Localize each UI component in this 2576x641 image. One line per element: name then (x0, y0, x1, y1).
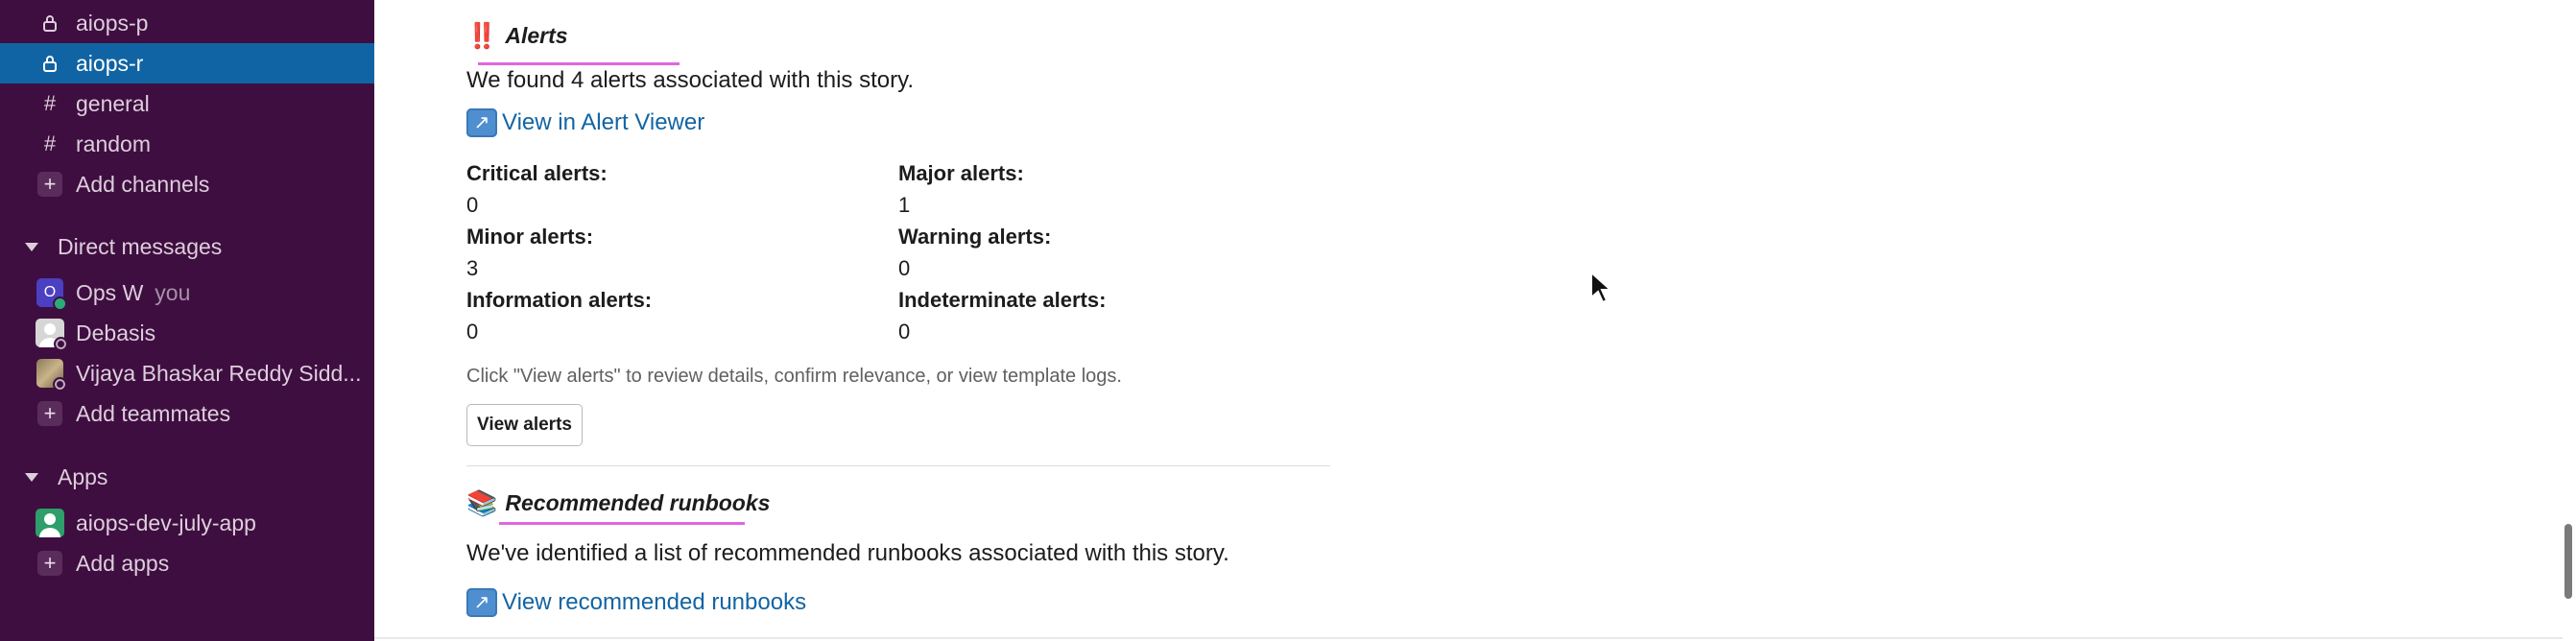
alerts-title: Alerts (505, 23, 568, 48)
runbooks-header: 📚 Recommended runbooks (466, 488, 770, 518)
channel-aiops-r[interactable]: aiops-r (0, 43, 374, 83)
plus-icon-wrap: + (36, 171, 63, 198)
apps-section-toggle[interactable]: Apps (0, 457, 374, 497)
app-label: aiops-dev-july-app (76, 510, 256, 535)
hash-icon: # (43, 91, 57, 115)
caret-down-icon (25, 242, 38, 251)
add-teammates-label: Add teammates (76, 400, 231, 426)
channel-label: aiops-r (76, 50, 144, 76)
add-teammates-button[interactable]: + Add teammates (0, 393, 374, 434)
double-exclamation-icon: ‼️ (466, 21, 498, 50)
minor-alerts-label: Minor alerts: (466, 225, 594, 249)
indeterminate-alerts-value: 0 (898, 320, 911, 344)
view-recommended-runbooks-label: View recommended runbooks (502, 589, 807, 615)
runbooks-underline (499, 522, 745, 525)
caret-down-icon (25, 472, 38, 482)
sidebar: aiops-p aiops-r # general # random + Add… (0, 0, 374, 641)
dm-debasis[interactable]: Debasis (0, 313, 374, 353)
avatar: O (36, 278, 67, 311)
runbooks-summary: We've identified a list of recommended r… (466, 540, 1229, 566)
lock-icon (36, 50, 63, 77)
external-link-icon: ↗ (466, 108, 497, 137)
channel-random[interactable]: # random (0, 124, 374, 164)
presence-icon (54, 337, 68, 351)
you-suffix: you (155, 279, 191, 305)
add-apps-button[interactable]: + Add apps (0, 543, 374, 583)
dm-label: Vijaya Bhaskar Reddy Sidd... (76, 360, 362, 386)
avatar-wrap: O (36, 278, 67, 311)
plus-icon-wrap: + (36, 400, 63, 427)
hash-icon: # (43, 131, 57, 155)
avatar-wrap (36, 509, 64, 537)
app-icon (36, 509, 64, 537)
dm-section-toggle[interactable]: Direct messages (0, 226, 374, 267)
dm-label: Debasis (76, 320, 156, 345)
avatar-wrap (36, 359, 67, 392)
plus-icon-wrap: + (36, 550, 63, 577)
avatar (36, 359, 67, 392)
critical-alerts-label: Critical alerts: (466, 161, 608, 185)
indeterminate-alerts-label: Indeterminate alerts: (898, 288, 1107, 312)
plus-icon: + (37, 401, 62, 426)
minor-alerts-value: 3 (466, 256, 479, 280)
alerts-underline (478, 62, 680, 65)
plus-icon: + (37, 172, 62, 197)
major-alerts-value: 1 (898, 193, 911, 217)
channel-label: aiops-p (76, 10, 149, 36)
alerts-hint: Click "View alerts" to review details, c… (466, 366, 1122, 387)
section-divider (466, 465, 1330, 466)
add-channels-button[interactable]: + Add channels (0, 164, 374, 204)
channel-general[interactable]: # general (0, 83, 374, 124)
alerts-summary: We found 4 alerts associated with this s… (466, 67, 914, 93)
warning-alerts-label: Warning alerts: (898, 225, 1052, 249)
runbooks-title: Recommended runbooks (505, 490, 771, 515)
avatar-wrap (36, 319, 68, 351)
mouse-cursor-icon (1590, 271, 1612, 304)
information-alerts-value: 0 (466, 320, 479, 344)
information-alerts-label: Information alerts: (466, 288, 653, 312)
view-alerts-button[interactable]: View alerts (466, 404, 583, 446)
composer-top-border (374, 637, 2563, 639)
view-in-alert-viewer-link[interactable]: ↗ View in Alert Viewer (466, 108, 704, 137)
dm-section-label: Direct messages (58, 233, 223, 259)
external-link-icon: ↗ (466, 588, 497, 617)
message-pane: ‼️ Alerts We found 4 alerts associated w… (374, 0, 2576, 641)
presence-icon (53, 377, 67, 392)
critical-alerts-value: 0 (466, 193, 479, 217)
add-channels-label: Add channels (76, 171, 210, 197)
presence-icon (53, 297, 67, 311)
view-recommended-runbooks-link[interactable]: ↗ View recommended runbooks (466, 588, 806, 617)
scrollbar-thumb[interactable] (2564, 524, 2572, 599)
lock-icon (36, 10, 63, 36)
warning-alerts-value: 0 (898, 256, 911, 280)
view-in-alert-viewer-label: View in Alert Viewer (502, 109, 705, 135)
avatar (36, 319, 68, 351)
plus-icon: + (37, 551, 62, 576)
channel-label: general (76, 90, 150, 116)
apps-section-label: Apps (58, 463, 108, 489)
alerts-header: ‼️ Alerts (466, 21, 568, 51)
dm-ops-w[interactable]: O Ops W you (0, 273, 374, 313)
dm-vijaya[interactable]: Vijaya Bhaskar Reddy Sidd... (0, 353, 374, 393)
books-icon: 📚 (466, 488, 498, 517)
dm-label: Ops W (76, 279, 144, 305)
channel-label: random (76, 131, 151, 156)
channel-aiops-p[interactable]: aiops-p (0, 3, 374, 43)
major-alerts-label: Major alerts: (898, 161, 1024, 185)
app-aiops-dev-july-app[interactable]: aiops-dev-july-app (0, 503, 374, 543)
add-apps-label: Add apps (76, 550, 170, 576)
dm-label-wrap: Ops W you (76, 280, 190, 306)
